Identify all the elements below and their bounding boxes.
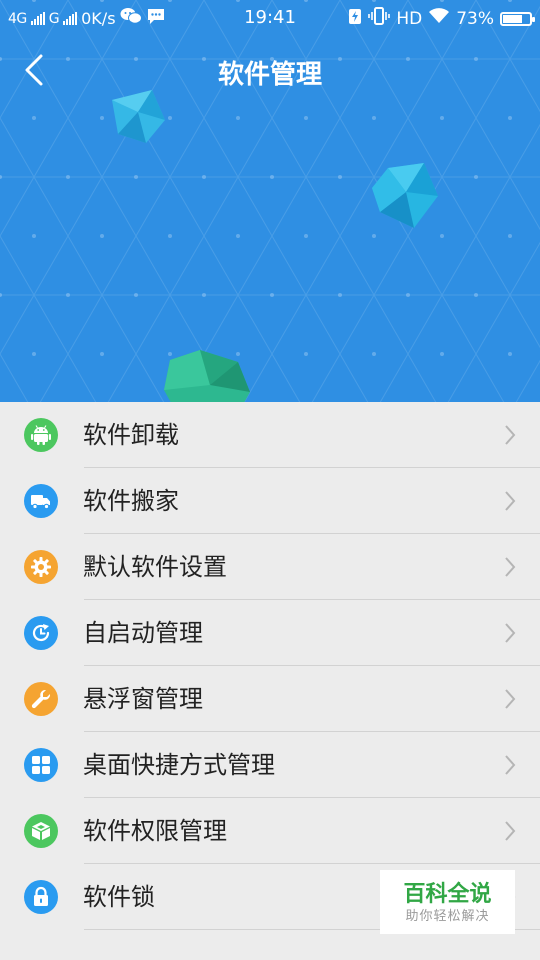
gear-icon xyxy=(24,550,58,584)
battery-percent: 73% xyxy=(456,8,494,29)
menu-item-autostart[interactable]: 自启动管理 xyxy=(0,600,540,666)
hd-label: HD xyxy=(396,8,423,29)
menu-item-label: 软件权限管理 xyxy=(83,817,227,845)
battery-icon xyxy=(500,11,535,26)
nav-bar: 软件管理 xyxy=(0,44,540,94)
menu-item-label: 软件搬家 xyxy=(83,487,179,515)
menu-item-permissions[interactable]: 软件权限管理 xyxy=(0,798,540,864)
menu-item-floating-window[interactable]: 悬浮窗管理 xyxy=(0,666,540,732)
cube-icon xyxy=(24,814,58,848)
chevron-right-icon xyxy=(505,821,516,841)
lock-icon xyxy=(24,880,58,914)
truck-icon xyxy=(24,484,58,518)
menu-item-label: 悬浮窗管理 xyxy=(83,685,203,713)
watermark-title: 百科全说 xyxy=(403,882,492,907)
android-icon xyxy=(24,418,58,452)
grid-icon xyxy=(24,748,58,782)
wifi-icon xyxy=(428,7,450,30)
watermark-subtitle: 助你轻松解决 xyxy=(405,909,490,924)
chevron-right-icon xyxy=(505,755,516,775)
menu-item-desktop-shortcuts[interactable]: 桌面快捷方式管理 xyxy=(0,732,540,798)
menu-item-label: 桌面快捷方式管理 xyxy=(83,751,275,779)
settings-list: 软件卸载 软件搬家 默认软件设置 自启动管理 悬浮窗管理 桌面快捷方式管理 软件… xyxy=(0,402,540,930)
chevron-right-icon xyxy=(505,689,516,709)
header-banner: 4G G 0K/s 19:41 HD 73% 软件管理 xyxy=(0,0,540,402)
wrench-icon xyxy=(24,682,58,716)
battery-saver-icon xyxy=(348,7,362,30)
page-title: 软件管理 xyxy=(217,60,322,90)
vibrate-icon xyxy=(368,7,391,30)
menu-item-label: 默认软件设置 xyxy=(83,553,227,581)
menu-item-label: 自启动管理 xyxy=(83,619,203,647)
chevron-right-icon xyxy=(505,557,516,577)
menu-item-label: 软件锁 xyxy=(83,883,155,911)
menu-item-default-apps[interactable]: 默认软件设置 xyxy=(0,534,540,600)
watermark-badge: 百科全说 助你轻松解决 xyxy=(380,870,515,934)
clock-icon xyxy=(24,616,58,650)
menu-item-uninstall[interactable]: 软件卸载 xyxy=(0,402,540,468)
battery-level xyxy=(503,14,522,23)
menu-item-label: 软件卸载 xyxy=(83,421,179,449)
chevron-right-icon xyxy=(505,623,516,643)
chevron-right-icon xyxy=(505,491,516,511)
chevron-right-icon xyxy=(505,425,516,445)
status-bar: 4G G 0K/s 19:41 HD 73% xyxy=(0,0,540,36)
menu-item-app-move[interactable]: 软件搬家 xyxy=(0,468,540,534)
